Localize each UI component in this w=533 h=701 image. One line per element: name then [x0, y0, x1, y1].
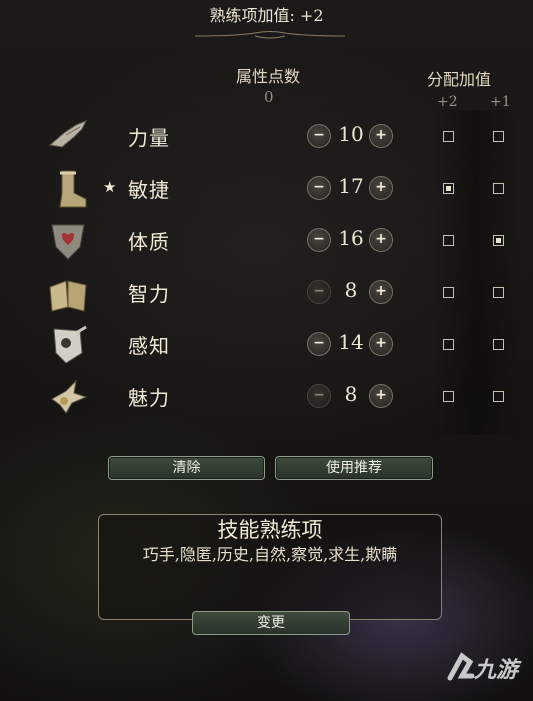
- bonus-plus1-checkbox[interactable]: [493, 131, 504, 142]
- ability-row: 智力 −8 +: [0, 268, 533, 318]
- decrease-button[interactable]: −: [307, 176, 331, 200]
- bird-icon: [51, 379, 88, 414]
- ability-row: 力量 −10 +: [0, 112, 533, 162]
- ability-score: 10: [338, 122, 364, 146]
- decrease-button[interactable]: −: [307, 124, 331, 148]
- attribute-points-remaining: 0: [264, 88, 274, 106]
- skill-proficiency-list: 巧手,隐匿,历史,自然,察觉,求生,欺瞒: [142, 545, 398, 564]
- boot-icon: [59, 170, 87, 208]
- ability-score: 14: [338, 330, 364, 354]
- ability-score: 8: [344, 278, 358, 302]
- bonus-plus2-checkbox[interactable]: [443, 339, 454, 350]
- bonus-plus2-checkbox[interactable]: [443, 391, 454, 402]
- increase-button[interactable]: +: [369, 176, 393, 200]
- eye-hand-icon: [53, 325, 87, 364]
- ability-name: 感知: [128, 334, 170, 358]
- decrease-button[interactable]: −: [307, 228, 331, 252]
- increase-button[interactable]: +: [369, 228, 393, 252]
- bonus-plus2-checkbox[interactable]: [443, 287, 454, 298]
- bonus-plus1-checkbox[interactable]: [493, 183, 504, 194]
- bonus-plus1-checkbox[interactable]: [493, 235, 504, 246]
- ability-row: ★ 敏捷 −17 +: [0, 164, 533, 214]
- bonus-column-label: 分配加值: [427, 70, 492, 89]
- ability-name: 魅力: [128, 386, 170, 410]
- bonus-plus1-checkbox[interactable]: [493, 391, 504, 402]
- ability-name: 敏捷: [128, 178, 170, 202]
- ability-score: 16: [338, 226, 364, 250]
- bonus-plus2-checkbox[interactable]: [443, 183, 454, 194]
- skill-proficiency-title: 技能熟练项: [217, 518, 323, 542]
- increase-button[interactable]: +: [369, 384, 393, 408]
- book-icon: [49, 280, 87, 312]
- clear-button[interactable]: 清除: [108, 456, 265, 480]
- gauntlet-icon: [48, 120, 88, 148]
- change-skills-button[interactable]: 变更: [192, 611, 350, 635]
- ability-row: 魅力 −8 +: [0, 372, 533, 422]
- bonus-plus1-checkbox[interactable]: [493, 287, 504, 298]
- ability-name: 力量: [128, 126, 170, 150]
- decrease-button[interactable]: −: [307, 280, 331, 304]
- ability-row: 感知 −14 +: [0, 320, 533, 370]
- ability-row: 体质 −16 +: [0, 216, 533, 266]
- bonus-plus1-checkbox[interactable]: [493, 339, 504, 350]
- bonus-plus1-header: +1: [490, 94, 511, 110]
- decrease-button[interactable]: −: [307, 384, 331, 408]
- attribute-points-label: 属性点数: [236, 67, 301, 86]
- bonus-plus2-checkbox[interactable]: [443, 235, 454, 246]
- proficiency-bonus-title: 熟练项加值: +2: [209, 6, 324, 25]
- ability-name: 体质: [128, 230, 170, 254]
- bonus-plus2-checkbox[interactable]: [443, 131, 454, 142]
- increase-button[interactable]: +: [369, 124, 393, 148]
- ability-name: 智力: [128, 282, 170, 306]
- heart-shield-icon: [51, 224, 85, 260]
- primary-ability-star-icon: ★: [103, 178, 117, 196]
- ability-score: 17: [338, 174, 364, 198]
- decrease-button[interactable]: −: [307, 332, 331, 356]
- ability-score: 8: [344, 382, 358, 406]
- increase-button[interactable]: +: [369, 280, 393, 304]
- use-recommended-button[interactable]: 使用推荐: [275, 456, 433, 480]
- title-flourish: [195, 31, 345, 39]
- watermark-text: 九游: [474, 658, 519, 683]
- increase-button[interactable]: +: [369, 332, 393, 356]
- bonus-plus2-header: +2: [437, 94, 458, 110]
